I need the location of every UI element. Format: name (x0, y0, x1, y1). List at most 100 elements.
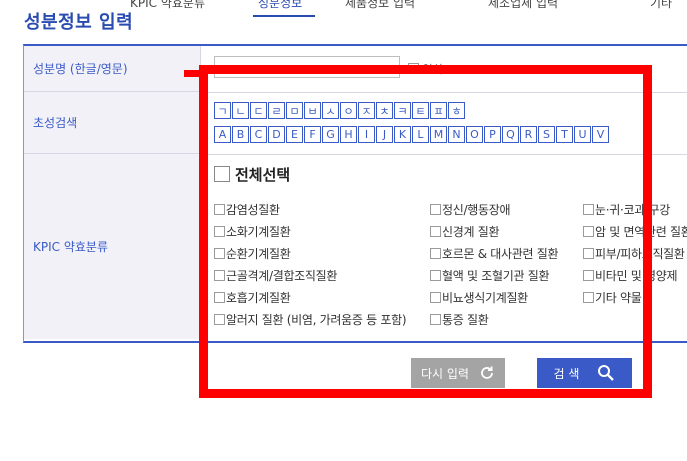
category-checkbox[interactable] (430, 204, 441, 215)
refresh-icon (481, 366, 493, 379)
category-checkbox[interactable] (583, 204, 594, 215)
alphabet-key[interactable]: E (286, 126, 303, 143)
category-checkbox[interactable] (214, 270, 225, 281)
hangul-initial-key[interactable]: ㅂ (304, 102, 321, 119)
category-checkbox[interactable] (430, 314, 441, 325)
category-option[interactable]: 호흡기계질환 (214, 289, 291, 306)
category-option[interactable]: 피부/피하조직질환 (583, 245, 685, 262)
alphabet-key[interactable]: M (430, 126, 447, 143)
category-checkbox[interactable] (214, 248, 225, 259)
hangul-initial-key[interactable]: ㅇ (340, 102, 357, 119)
alphabet-key[interactable]: V (592, 126, 609, 143)
select-all-checkbox[interactable] (214, 166, 230, 182)
category-option[interactable]: 호르몬 & 대사관련 질환 (430, 245, 559, 262)
hangul-initial-key[interactable]: ㅈ (358, 102, 375, 119)
hangul-initial-key[interactable]: ㅎ (448, 102, 465, 119)
page-title: 성분정보 입력 (24, 12, 134, 33)
alphabet-key[interactable]: K (394, 126, 411, 143)
alphabet-key[interactable]: A (214, 126, 231, 143)
hangul-initial-key[interactable]: ㅍ (430, 102, 447, 119)
hangul-initial-key[interactable]: ㄴ (232, 102, 249, 119)
category-label: 순환기계질환 (226, 247, 291, 261)
exact-match-checkbox[interactable] (408, 63, 419, 74)
category-option[interactable]: 신경계 질환 (430, 223, 500, 240)
category-checkbox[interactable] (214, 204, 225, 215)
category-option[interactable]: 비타민 및 영양제 (583, 267, 678, 284)
category-option[interactable]: 비뇨생식기계질환 (430, 289, 528, 306)
hangul-initial-key[interactable]: ㅋ (394, 102, 411, 119)
category-option[interactable]: 감염성질환 (214, 201, 280, 218)
alphabet-key[interactable]: J (376, 126, 393, 143)
category-option[interactable]: 정신/행동장애 (430, 201, 510, 218)
tab-kpic[interactable]: KPIC 약효분류 (130, 0, 205, 11)
hangul-initial-key[interactable]: ㅅ (322, 102, 339, 119)
hangul-initial-key[interactable]: ㅌ (412, 102, 429, 119)
category-checkbox[interactable] (214, 292, 225, 303)
annotation-marker (184, 70, 200, 77)
hangul-initial-key[interactable]: ㄱ (214, 102, 231, 119)
category-label: 소화기계질환 (226, 225, 291, 239)
category-checkbox[interactable] (430, 226, 441, 237)
select-all-option[interactable]: 전체선택 (214, 164, 290, 185)
alphabet-key[interactable]: F (304, 126, 321, 143)
alphabet-key[interactable]: Q (502, 126, 519, 143)
alphabet-key[interactable]: B (232, 126, 249, 143)
category-checkbox[interactable] (430, 292, 441, 303)
alphabet-key[interactable]: T (556, 126, 573, 143)
alphabet-key[interactable]: L (412, 126, 429, 143)
category-label: 비뇨생식기계질환 (442, 291, 528, 305)
hangul-initial-key[interactable]: ㅁ (286, 102, 303, 119)
tab-manufacturer[interactable]: 제조업체 입력 (488, 0, 558, 11)
tab-other[interactable]: 기타 (650, 0, 672, 11)
category-checkbox[interactable] (583, 226, 594, 237)
search-button[interactable]: 검 색 (537, 358, 632, 388)
category-checkbox[interactable] (583, 248, 594, 259)
category-label: 근골격계/결합조직질환 (226, 269, 338, 283)
category-label: 정신/행동장애 (442, 203, 511, 217)
category-option[interactable]: 근골격계/결합조직질환 (214, 267, 337, 284)
alphabet-key[interactable]: U (574, 126, 591, 143)
hangul-initial-key[interactable]: ㄷ (250, 102, 267, 119)
category-label: 호흡기계질환 (226, 291, 291, 305)
category-option[interactable]: 순환기계질환 (214, 245, 291, 262)
exact-match-label: 일치 (422, 63, 443, 76)
kpic-category-label: KPIC 약효분류 (24, 154, 200, 339)
hangul-initial-key[interactable]: ㄹ (268, 102, 285, 119)
category-checkbox[interactable] (430, 248, 441, 259)
search-button-label: 검 색 (553, 366, 580, 381)
select-all-label: 전체선택 (235, 166, 291, 184)
alphabet-key[interactable]: G (322, 126, 339, 143)
category-option[interactable]: 기타 약물 (583, 289, 642, 306)
tab-product[interactable]: 제품정보 입력 (345, 0, 415, 11)
alphabet-key[interactable]: O (466, 126, 483, 143)
alphabet-key[interactable]: H (340, 126, 357, 143)
alphabet-key[interactable]: R (520, 126, 537, 143)
category-checkbox[interactable] (583, 292, 594, 303)
category-checkbox[interactable] (214, 226, 225, 237)
category-option[interactable]: 알러지 질환 (비염, 가려움증 등 포함) (214, 311, 407, 328)
hangul-initial-keys: ㄱㄴㄷㄹㅁㅂㅅㅇㅈㅊㅋㅌㅍㅎ (214, 102, 465, 119)
alphabet-key[interactable]: D (268, 126, 285, 143)
category-option[interactable]: 암 및 면역관련 질환 (583, 223, 687, 240)
category-option[interactable]: 통증 질환 (430, 311, 489, 328)
tab-ingredient[interactable]: 성분정보 (258, 0, 302, 11)
alphabet-key[interactable]: S (538, 126, 555, 143)
category-label: 비타민 및 영양제 (595, 269, 678, 283)
reset-button[interactable]: 다시 입력 (411, 358, 505, 388)
category-option[interactable]: 눈·귀·코과·구강 (583, 201, 670, 218)
alphabet-key[interactable]: C (250, 126, 267, 143)
alphabet-key[interactable]: I (358, 126, 375, 143)
alphabet-key[interactable]: N (448, 126, 465, 143)
category-label: 기타 약물 (595, 291, 642, 305)
category-checkbox[interactable] (430, 270, 441, 281)
category-checkbox[interactable] (583, 270, 594, 281)
exact-match-option[interactable]: 일치 (408, 61, 443, 77)
hangul-initial-key[interactable]: ㅊ (376, 102, 393, 119)
ingredient-name-input[interactable] (214, 56, 400, 78)
category-option[interactable]: 혈액 및 조혈기관 질환 (430, 267, 550, 284)
category-checkbox[interactable] (214, 314, 225, 325)
alphabet-key[interactable]: P (484, 126, 501, 143)
category-label: 호르몬 & 대사관련 질환 (442, 247, 559, 261)
category-option[interactable]: 소화기계질환 (214, 223, 291, 240)
category-label: 감염성질환 (226, 203, 280, 217)
